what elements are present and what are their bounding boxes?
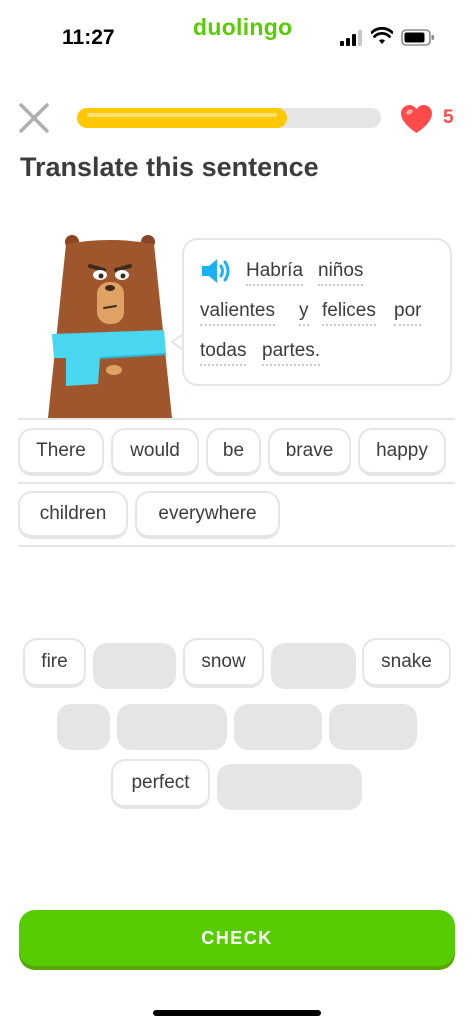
word-bank-empty-slot [93,643,176,689]
progress-fill [77,108,287,128]
sentence-word[interactable]: Habría [246,260,304,286]
wifi-icon [371,27,393,44]
answer-word-chip[interactable]: would [111,428,199,476]
answer-word-chip[interactable]: children [18,491,128,539]
sentence-word[interactable]: todas [200,340,247,366]
word-bank-chip[interactable]: fire [23,638,86,688]
word-bank-empty-slot [329,704,417,750]
progress-shine [87,113,277,117]
sentence-word[interactable]: niños [318,260,364,286]
hearts-count: 5 [443,107,454,128]
word-bank-empty-slot [57,704,110,750]
page-title: Translate this sentence [20,152,319,182]
answer-word-chip[interactable]: everywhere [135,491,280,539]
word-bank-empty-slot [271,643,356,689]
word-bank-empty-slot [234,704,322,750]
check-button[interactable]: CHECK [19,910,455,966]
sentence-word[interactable]: valientes [200,300,275,326]
status-bar: 11:27 duolingo [0,0,474,70]
heart-icon [401,105,432,133]
answer-word-chip[interactable]: There [18,428,104,476]
answer-word-chip[interactable]: happy [358,428,446,476]
battery-icon [401,29,434,46]
word-bank-chip[interactable]: snake [362,638,451,688]
word-bank-chip[interactable]: perfect [111,759,210,809]
bear-character-illustration [48,235,172,418]
word-bank-empty-slot [217,764,362,810]
close-icon[interactable] [18,102,50,134]
app-title: duolingo [193,14,293,40]
speaker-icon[interactable] [200,256,234,286]
sentence-word[interactable]: partes. [262,340,321,366]
answer-line [18,482,455,484]
sentence-word[interactable]: y [299,300,309,326]
answer-word-chip[interactable]: be [206,428,261,476]
answer-word-chip[interactable]: brave [268,428,351,476]
status-time: 11:27 [62,26,115,49]
lesson-progress-bar [77,108,381,128]
signal-icon [340,30,362,46]
home-indicator[interactable] [153,1010,321,1016]
sentence-word[interactable]: por [394,300,422,326]
answer-line [18,545,455,547]
sentence-word[interactable]: felices [322,300,376,326]
answer-line [18,418,455,420]
word-bank-empty-slot [117,704,227,750]
word-bank-chip[interactable]: snow [183,638,264,688]
